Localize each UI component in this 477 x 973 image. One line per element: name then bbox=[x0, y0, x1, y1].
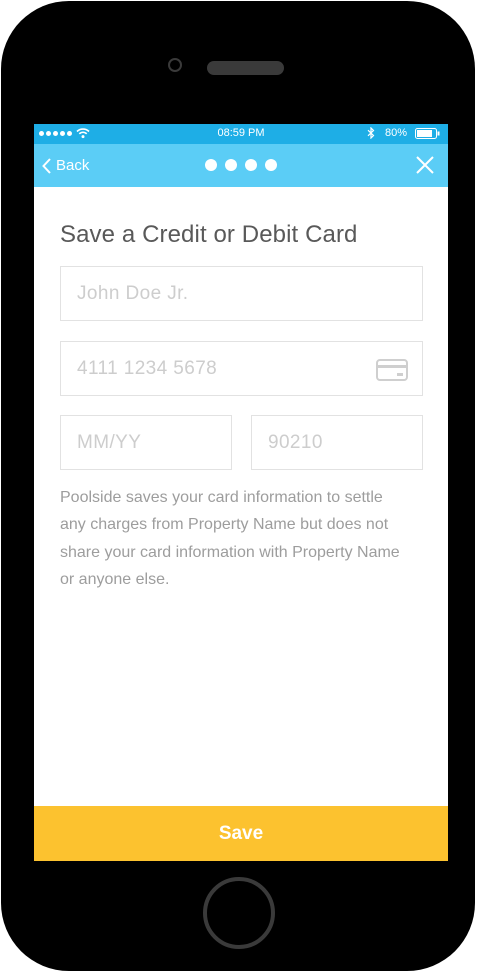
step-dot bbox=[205, 159, 217, 171]
nav-bar: Back bbox=[34, 144, 448, 187]
battery-icon bbox=[415, 128, 440, 139]
credit-card-icon bbox=[376, 359, 408, 381]
zip-field bbox=[251, 415, 423, 470]
bluetooth-icon bbox=[367, 127, 375, 139]
step-dot bbox=[265, 159, 277, 171]
privacy-disclaimer: Poolside saves your card information to … bbox=[60, 489, 400, 588]
back-button[interactable]: Back bbox=[42, 144, 89, 187]
page-title: Save a Credit or Debit Card bbox=[60, 221, 358, 248]
back-label: Back bbox=[56, 157, 90, 174]
phone-frame: 08:59 PM 80% Back Save a Credit or Debit… bbox=[1, 1, 475, 971]
step-dot bbox=[225, 159, 237, 171]
close-icon[interactable] bbox=[415, 155, 435, 175]
expiry-input[interactable] bbox=[61, 416, 231, 469]
status-bar: 08:59 PM 80% bbox=[34, 124, 448, 144]
cardholder-name-field bbox=[60, 266, 423, 321]
step-dot bbox=[245, 159, 257, 171]
step-indicator bbox=[205, 159, 277, 171]
save-button[interactable]: Save bbox=[34, 806, 448, 861]
card-number-field bbox=[60, 341, 423, 396]
battery-percentage: 80% bbox=[385, 127, 408, 139]
earpiece-speaker bbox=[207, 61, 284, 75]
zip-input[interactable] bbox=[252, 416, 422, 469]
front-camera bbox=[168, 58, 182, 72]
card-number-input[interactable] bbox=[61, 342, 422, 395]
home-button[interactable] bbox=[203, 877, 275, 949]
chevron-left-icon bbox=[42, 157, 51, 174]
screen: 08:59 PM 80% Back Save a Credit or Debit… bbox=[34, 124, 448, 861]
cardholder-name-input[interactable] bbox=[61, 267, 422, 320]
expiry-field bbox=[60, 415, 232, 470]
